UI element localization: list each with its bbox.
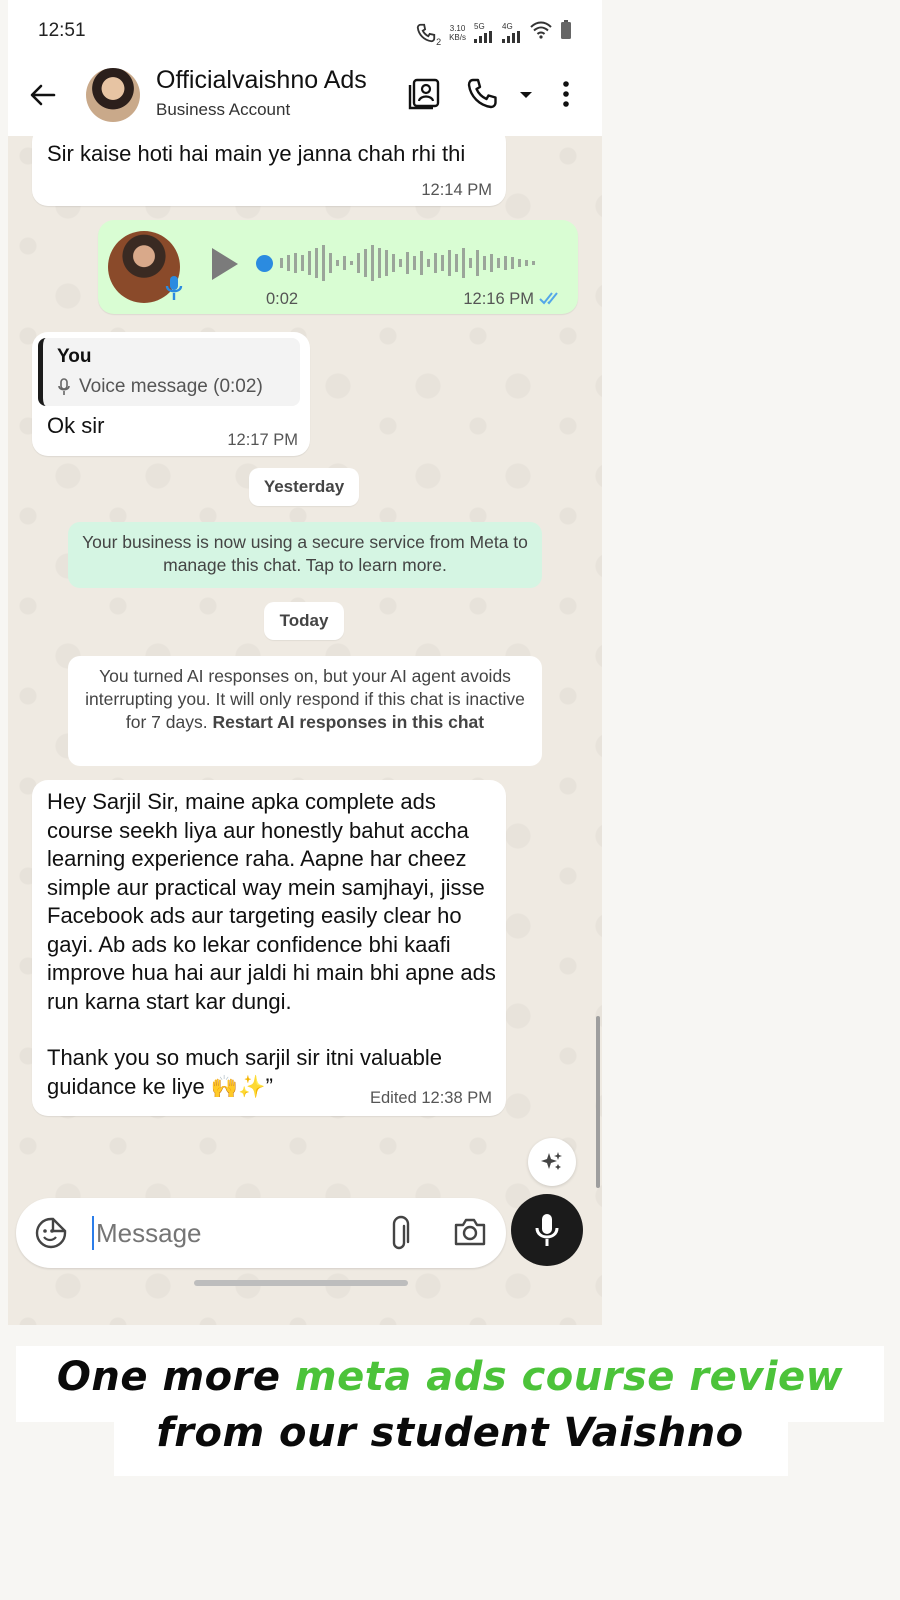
phone-screen: 12:51 2 3.10 KB/s 5G 4G Officialvaishno … [8,0,602,1325]
message-text: Ok sir [47,413,105,438]
quoted-text: Voice message (0:02) [79,376,263,397]
contact-avatar[interactable] [86,68,140,122]
voice-record-button[interactable] [511,1194,583,1266]
message-text: Sir kaise hoti hai main ye janna chah rh… [47,141,466,166]
catalog-icon[interactable] [406,76,442,112]
double-check-read-icon [538,290,564,311]
system-message-secure[interactable]: Your business is now using a secure serv… [68,522,542,588]
back-arrow-icon[interactable] [28,80,58,110]
voice-progress-dot[interactable] [256,255,273,272]
status-bar: 12:51 2 3.10 KB/s 5G 4G [8,0,602,62]
quoted-author: You [57,346,92,367]
text-cursor [92,1216,94,1250]
more-options-icon[interactable] [548,76,584,112]
status-icons: 2 3.10 KB/s 5G 4G [415,20,572,47]
signal-4g-icon: 4G [502,22,522,43]
play-icon[interactable] [208,244,242,289]
message-time: 12:14 PM [421,181,492,199]
call-options-chevron-down-icon[interactable] [508,76,544,112]
caption-line1: One more meta ads course review [0,1354,900,1400]
message-bubble-incoming-review[interactable]: Hey Sarjil Sir, maine apka complete ads … [32,780,506,1116]
message-bubble-incoming[interactable]: Sir kaise hoti hai main ye janna chah rh… [32,136,506,206]
call-status-icon: 2 [415,22,442,47]
chat-header: Officialvaishno Ads Business Account [8,62,602,136]
home-indicator [194,1280,408,1286]
message-text: Hey Sarjil Sir, maine apka complete ads … [47,789,496,1014]
voice-message-bubble[interactable]: 0:02 12:16 PM [98,220,578,314]
status-time: 12:51 [38,20,86,41]
quoted-message[interactable]: You Voice message (0:02) [38,338,300,406]
mic-badge-icon [164,274,184,307]
voice-duration: 0:02 [266,290,299,308]
date-divider-today: Today [264,602,344,640]
mic-small-icon [57,378,71,401]
message-input[interactable] [96,1212,376,1254]
sim-slot: 2 [436,36,442,47]
wifi-icon [530,21,552,44]
call-icon[interactable] [464,76,500,112]
camera-icon[interactable] [452,1214,488,1255]
caption-highlight: meta ads course review [294,1354,844,1400]
contact-subtitle[interactable]: Business Account [156,100,290,120]
net-speed: 3.10 KB/s [449,23,466,42]
battery-icon [560,20,572,45]
attach-paperclip-icon[interactable] [386,1214,416,1257]
message-time: 12:16 PM [463,290,534,308]
waveform[interactable] [278,244,548,282]
chat-area[interactable]: Sir kaise hoti hai main ye janna chah rh… [8,136,602,1325]
message-bubble-incoming-reply[interactable]: You Voice message (0:02) Ok sir 12:17 PM [32,332,310,456]
message-time: 12:17 PM [227,431,298,449]
restart-ai-link[interactable]: Restart AI responses in this chat [212,712,484,732]
sticker-icon[interactable] [34,1216,68,1255]
meta-ai-sparkle-button[interactable] [528,1138,576,1186]
contact-name[interactable]: Officialvaishno Ads [156,66,367,95]
date-divider-yesterday: Yesterday [249,468,359,506]
microphone-icon [533,1212,561,1253]
signal-5g-icon: 5G [474,22,494,43]
scrollbar[interactable] [596,1016,600,1188]
message-time-edited: Edited 12:38 PM [370,1089,492,1107]
caption-text: One more [56,1354,295,1400]
message-input-bar[interactable] [16,1198,506,1268]
system-message-ai: You turned AI responses on, but your AI … [68,656,542,766]
caption-line2: from our student Vaishno [156,1410,744,1456]
sparkle-icon [540,1150,564,1179]
